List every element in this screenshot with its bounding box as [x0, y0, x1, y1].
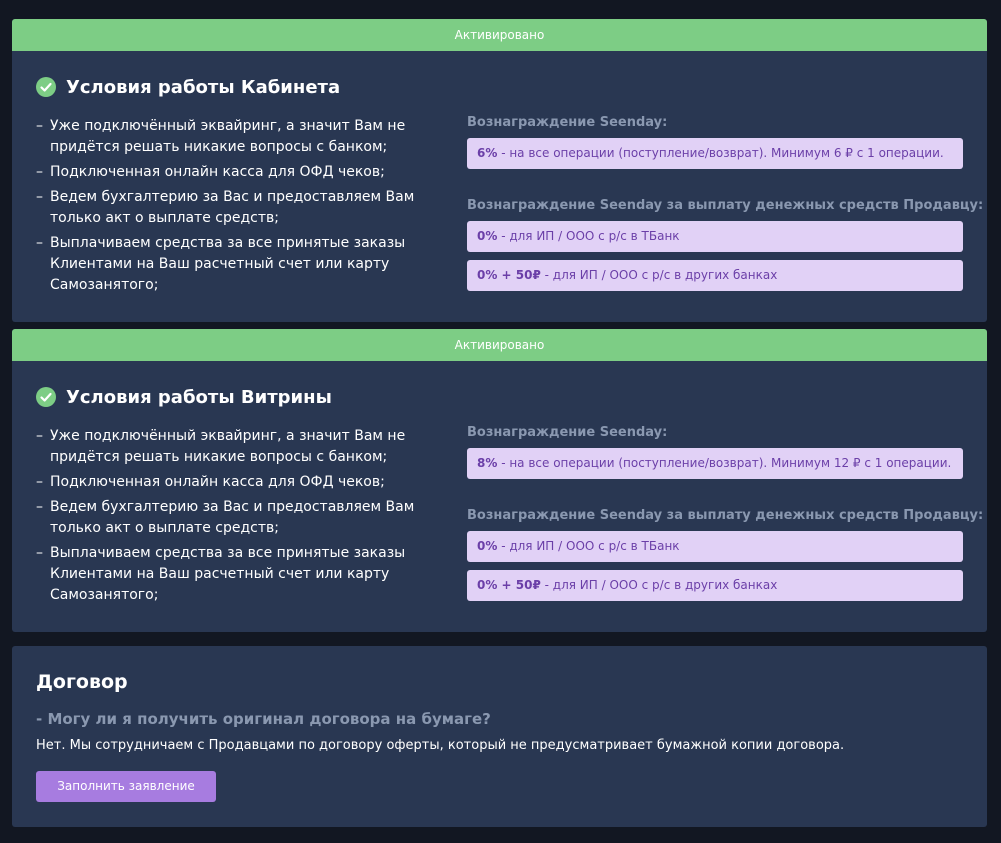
reward-fee-box: 8% - на все операции (поступление/возвра…: [467, 448, 963, 479]
reward-fee-box: 6% - на все операции (поступление/возвра…: [467, 138, 963, 169]
condition-item: Подключенная онлайн касса для ОФД чеков;: [36, 162, 456, 183]
cabinet-title: Условия работы Кабинета: [66, 76, 341, 98]
cabinet-conditions-list: Уже подключённый эквайринг, а значит Вам…: [36, 116, 456, 300]
reward-label: Вознаграждение Seenday:: [467, 115, 668, 130]
condition-item: Ведем бухгалтерию за Вас и предоставляем…: [36, 497, 456, 539]
showcase-conditions-list: Уже подключённый эквайринг, а значит Вам…: [36, 426, 456, 610]
fee-value: 8%: [477, 456, 498, 470]
check-circle-icon: [36, 77, 56, 97]
payout-fee-box-other-banks: 0% + 50₽ - для ИП / ООО с р/с в других б…: [467, 570, 963, 601]
fee-text: - на все операции (поступление/возврат).…: [497, 456, 952, 470]
check-circle-icon: [36, 387, 56, 407]
fee-text: - для ИП / ООО с р/с в других банках: [540, 268, 778, 282]
condition-item: Выплачиваем средства за все принятые зак…: [36, 543, 456, 606]
condition-item: Уже подключённый эквайринг, а значит Вам…: [36, 116, 456, 158]
fill-application-button[interactable]: Заполнить заявление: [36, 771, 216, 802]
fee-value: 6%: [477, 146, 498, 160]
faq-question: - Могу ли я получить оригинал договора н…: [36, 710, 491, 728]
showcase-title: Условия работы Витрины: [66, 386, 332, 408]
payout-label: Вознаграждение Seenday за выплату денежн…: [467, 198, 984, 213]
reward-label: Вознаграждение Seenday:: [467, 425, 668, 440]
fee-value: 0%: [477, 539, 498, 553]
fee-text: - для ИП / ООО с р/с в ТБанк: [497, 539, 680, 553]
activated-banner: Активировано: [12, 19, 987, 51]
condition-item: Уже подключённый эквайринг, а значит Вам…: [36, 426, 456, 468]
payout-fee-box-other-banks: 0% + 50₽ - для ИП / ООО с р/с в других б…: [467, 260, 963, 291]
showcase-title-row: Условия работы Витрины: [36, 386, 332, 408]
activated-banner: Активировано: [12, 329, 987, 361]
fee-text: - на все операции (поступление/возврат).…: [497, 146, 944, 160]
showcase-terms-card: Активировано Условия работы Витрины Уже …: [12, 329, 987, 632]
contract-card: Договор - Могу ли я получить оригинал до…: [12, 646, 987, 827]
fee-value: 0%: [477, 229, 498, 243]
payout-fee-box-tbank: 0% - для ИП / ООО с р/с в ТБанк: [467, 531, 963, 562]
cabinet-fees: Вознаграждение Seenday: 6% - на все опер…: [467, 113, 984, 291]
condition-item: Подключенная онлайн касса для ОФД чеков;: [36, 472, 456, 493]
showcase-fees: Вознаграждение Seenday: 8% - на все опер…: [467, 423, 984, 601]
fee-value: 0% + 50₽: [477, 268, 541, 282]
condition-item: Выплачиваем средства за все принятые зак…: [36, 233, 456, 296]
faq-answer: Нет. Мы сотрудничаем с Продавцами по дог…: [36, 738, 845, 753]
fee-text: - для ИП / ООО с р/с в других банках: [540, 578, 778, 592]
cabinet-title-row: Условия работы Кабинета: [36, 76, 340, 98]
condition-item: Ведем бухгалтерию за Вас и предоставляем…: [36, 187, 456, 229]
payout-label: Вознаграждение Seenday за выплату денежн…: [467, 508, 984, 523]
contract-title: Договор: [36, 671, 128, 693]
payout-fee-box-tbank: 0% - для ИП / ООО с р/с в ТБанк: [467, 221, 963, 252]
fee-text: - для ИП / ООО с р/с в ТБанк: [497, 229, 680, 243]
fee-value: 0% + 50₽: [477, 578, 541, 592]
cabinet-terms-card: Активировано Условия работы Кабинета Уже…: [12, 19, 987, 322]
